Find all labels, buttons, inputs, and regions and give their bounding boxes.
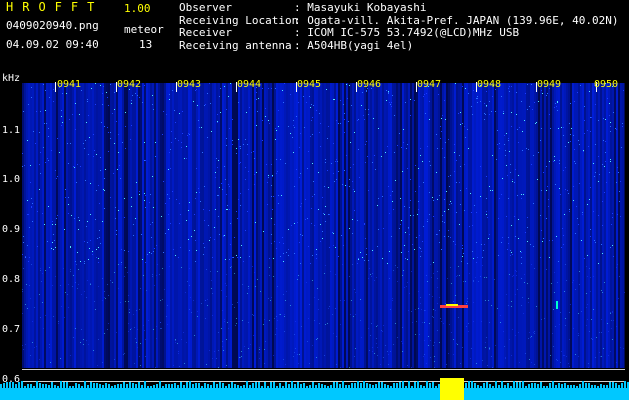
time-label: 0945 (297, 79, 322, 90)
meteor-burst (440, 378, 464, 400)
capture-datetime: 04.09.02 09:40 (6, 38, 99, 51)
app-title: HROFFT (6, 0, 104, 14)
app-version: 1.00 (124, 2, 151, 15)
antenna-row: Receiving antenna: A504HB(yagi 4el) (179, 38, 414, 52)
meteor-echo (556, 301, 558, 309)
baseline-separator (22, 369, 625, 370)
freq-label: 1.1 (2, 125, 21, 136)
time-label: 0950 (594, 79, 619, 90)
time-label: 0944 (237, 79, 262, 90)
signal-level-trace (0, 378, 629, 400)
freq-label: 0.8 (2, 274, 21, 285)
freq-label: 0.7 (2, 324, 21, 335)
frequency-unit-label: kHz (2, 73, 21, 84)
meteor-count-label: meteor (124, 23, 164, 36)
observer-value: Masayuki Kobayashi (307, 1, 427, 14)
time-label: 0947 (417, 79, 442, 90)
meteor-echo (446, 304, 458, 306)
meteor-count-value: 13 (139, 38, 153, 51)
freq-label: 0.9 (2, 224, 21, 235)
spectrogram (22, 83, 625, 368)
receiver-value: ICOM IC-575 53.7492(@LCD)MHz USB (307, 26, 520, 40)
time-label: 0942 (117, 79, 142, 90)
observer-label: Observer (179, 1, 232, 14)
receiver-label: Receiver (179, 26, 232, 40)
header-panel: HROFFT 1.00 0409020940.png meteor 13 04.… (0, 0, 629, 78)
time-label: 0941 (57, 79, 82, 90)
time-label: 0948 (477, 79, 502, 90)
antenna-label: Receiving antenna (179, 38, 292, 52)
time-label: 0943 (177, 79, 202, 90)
time-label: 0949 (537, 79, 562, 90)
antenna-value: A504HB(yagi 4el) (307, 38, 414, 52)
location-value: Ogata-vill. Akita-Pref. JAPAN (139.96E, … (307, 13, 619, 27)
time-tick (55, 82, 56, 92)
freq-label: 1.0 (2, 174, 21, 185)
image-filename: 0409020940.png (6, 19, 99, 32)
time-label: 0946 (357, 79, 382, 90)
station-info: Observer: Masayuki Kobayashi Receiving L… (179, 1, 619, 52)
